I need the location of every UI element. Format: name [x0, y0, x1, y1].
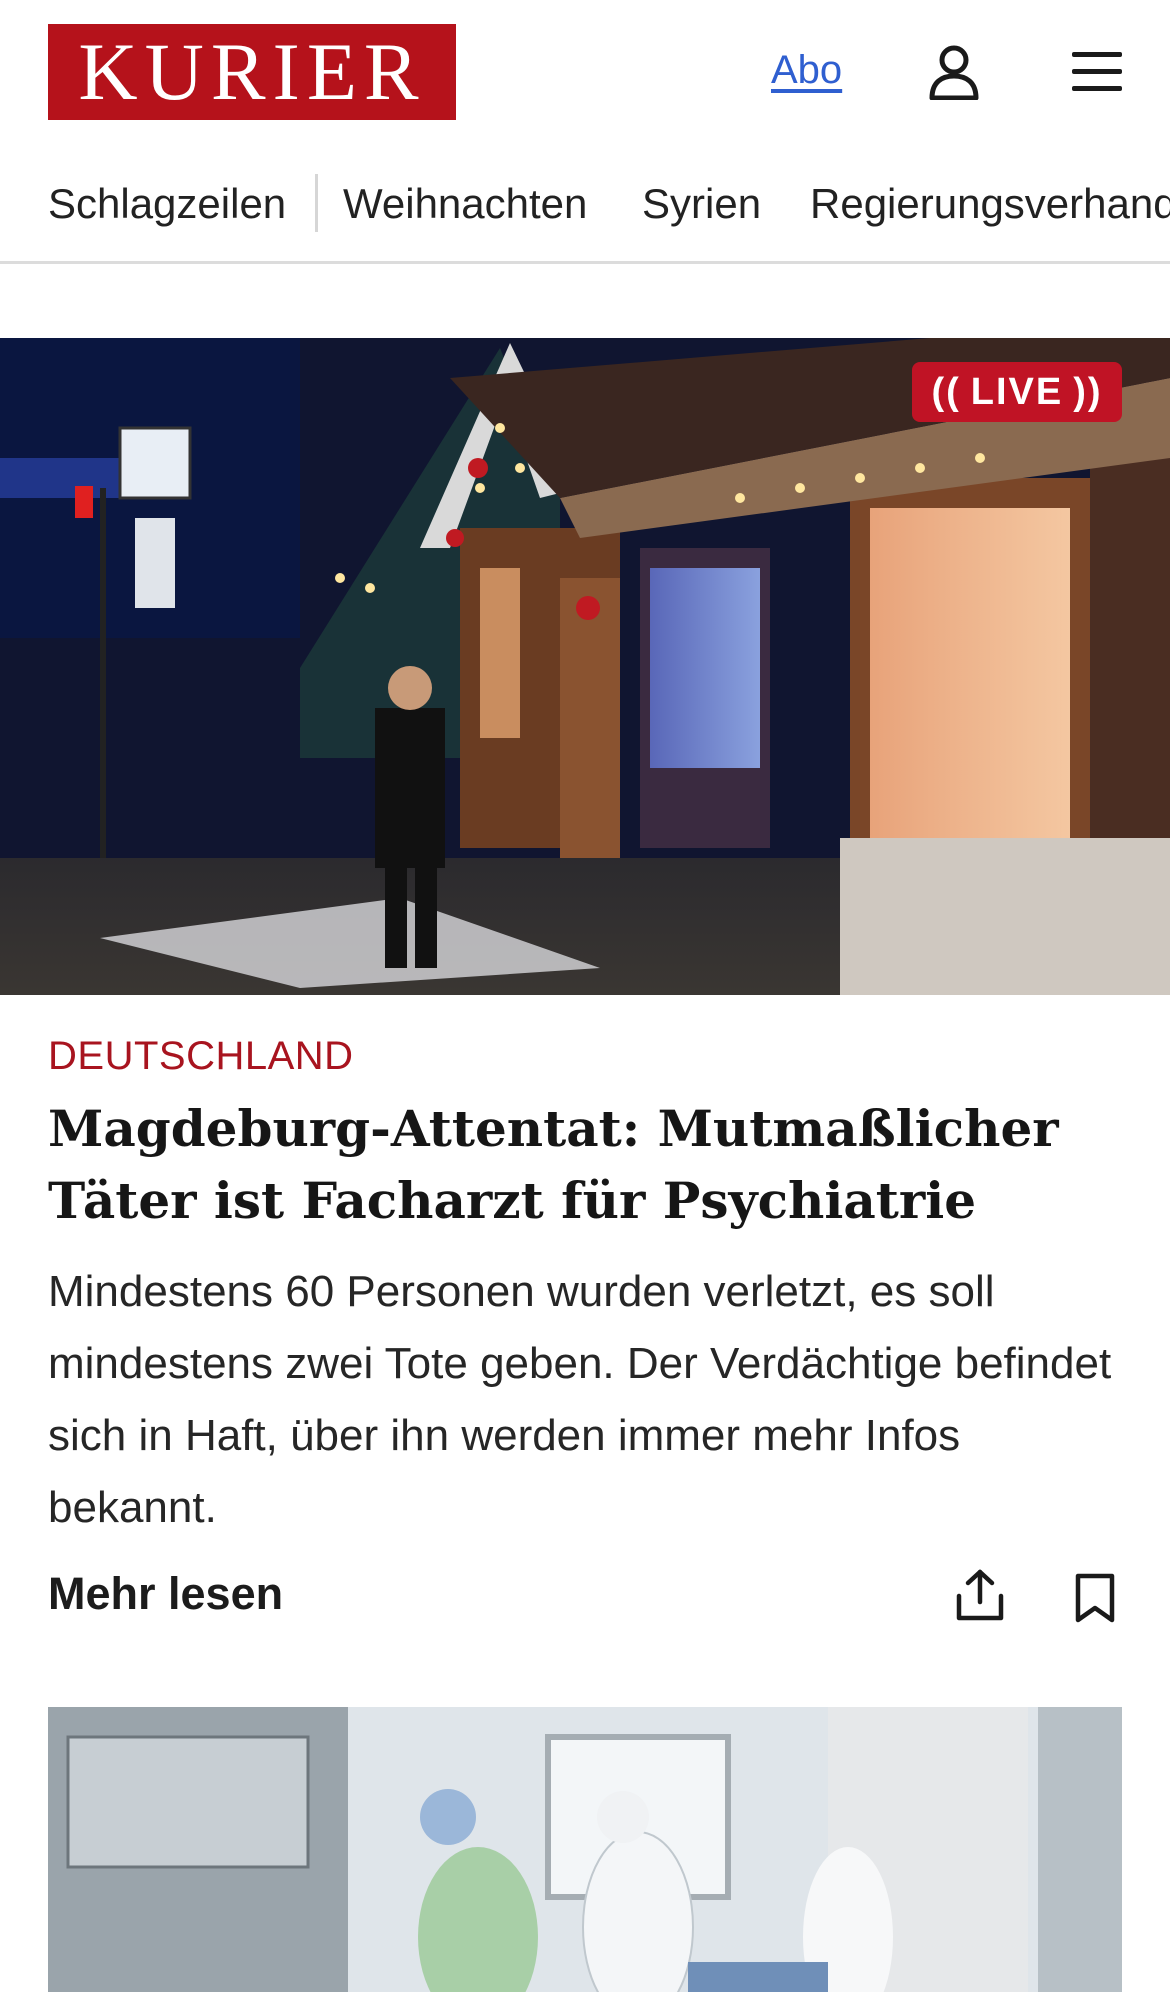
share-icon[interactable]: [955, 1568, 1005, 1622]
hero-image[interactable]: [0, 338, 1170, 995]
article-headline[interactable]: Magdeburg-Attentat: Mutmaßlicher Täter i…: [48, 1093, 1128, 1237]
nav-item-regierungsverhandlungen[interactable]: Regierungsverhand: [810, 180, 1170, 228]
second-article-image[interactable]: [48, 1707, 1122, 1992]
site-header: KURIER Abo: [0, 0, 1170, 145]
hamburger-menu-icon[interactable]: [1070, 48, 1124, 94]
article-category[interactable]: DEUTSCHLAND: [48, 1034, 354, 1079]
christmas-market-photo: [0, 338, 1170, 995]
bookmark-icon[interactable]: [1074, 1572, 1116, 1624]
live-label: LIVE: [970, 370, 1064, 413]
live-right-waves-icon: )): [1073, 370, 1103, 413]
topic-nav: Schlagzeilen Weihnachten Syrien Regierun…: [0, 160, 1170, 264]
live-left-waves-icon: ((: [931, 370, 961, 413]
nav-divider: [315, 174, 318, 232]
nav-item-weihnachten[interactable]: Weihnachten: [343, 180, 587, 228]
nav-item-schlagzeilen[interactable]: Schlagzeilen: [48, 180, 286, 228]
read-more-link[interactable]: Mehr lesen: [48, 1568, 283, 1620]
user-icon[interactable]: [928, 44, 980, 100]
hospital-photo: [48, 1707, 1122, 1992]
article-teaser: Mindestens 60 Personen wurden verletzt, …: [48, 1267, 1112, 1532]
abo-link[interactable]: Abo: [771, 48, 842, 93]
kurier-logo[interactable]: KURIER: [48, 24, 456, 120]
live-badge[interactable]: (( LIVE )): [912, 362, 1122, 422]
nav-item-syrien[interactable]: Syrien: [642, 180, 761, 228]
